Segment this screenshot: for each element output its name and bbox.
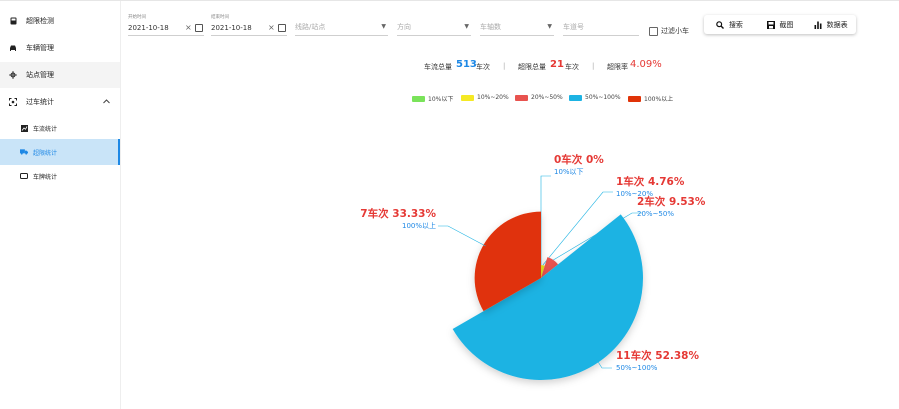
slice-value-label-4: 7车次 33.33%	[360, 207, 436, 220]
overlimit-rose-chart: 0车次 0%10%以下1车次 4.76%10%~20%2车次 9.53%20%~…	[360, 153, 706, 380]
slice-category-label-2: 20%~50%	[637, 210, 674, 218]
slice-value-label-2: 2车次 9.53%	[637, 195, 706, 208]
slice-value-label-0: 0车次 0%	[554, 153, 604, 166]
leader-line-4	[438, 225, 486, 247]
slice-value-label-3: 11车次 52.38%	[616, 349, 699, 362]
slice-category-label-3: 50%~100%	[616, 364, 658, 372]
slice-category-label-4: 100%以上	[402, 221, 436, 230]
slice-value-label-1: 1车次 4.76%	[616, 175, 685, 188]
slice-category-label-0: 10%以下	[554, 168, 584, 176]
